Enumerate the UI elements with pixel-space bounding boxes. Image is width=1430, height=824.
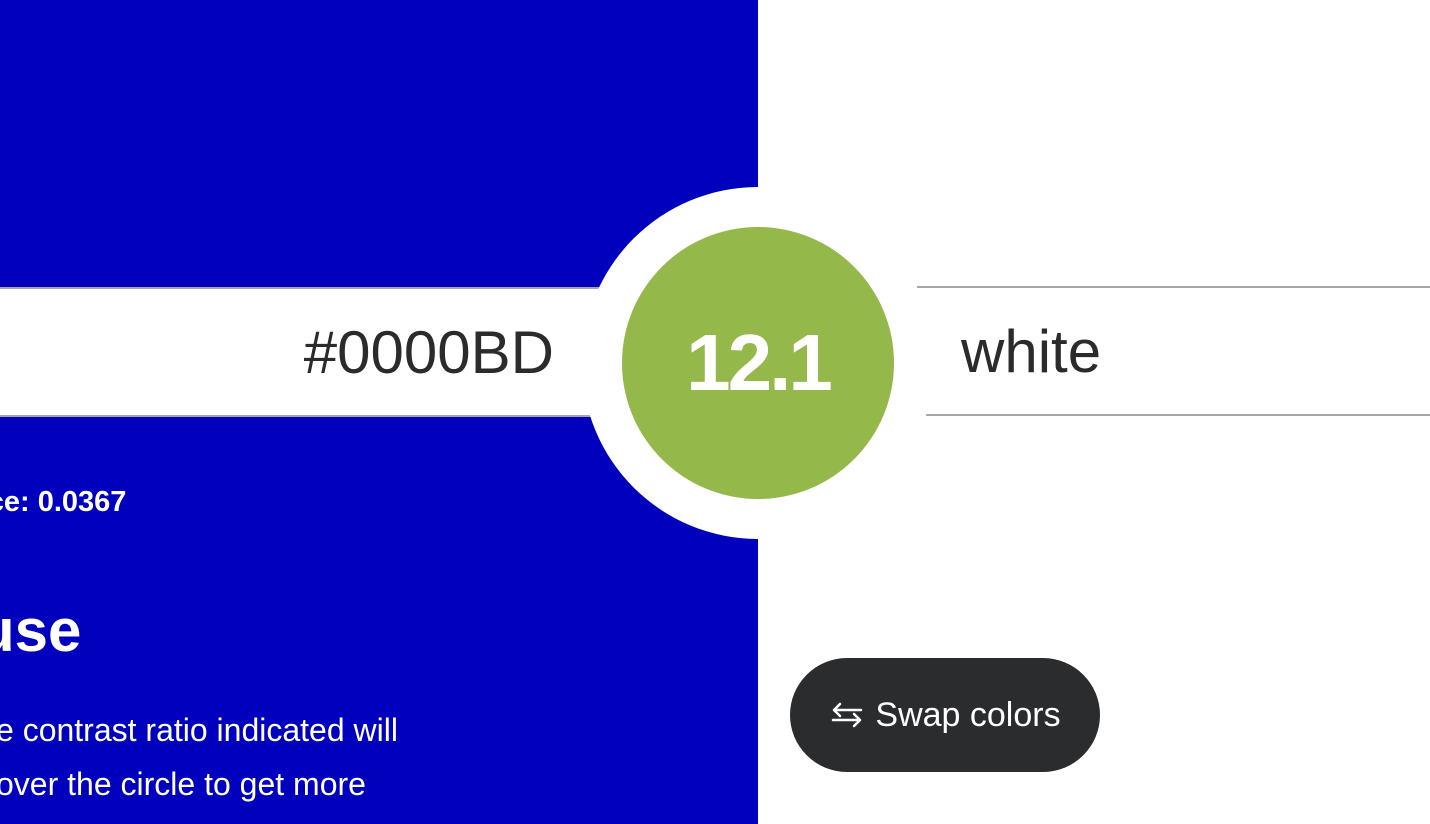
usage-description: e contrast ratio indicated will over the… [0, 703, 496, 824]
usage-line: e contrast ratio indicated will [0, 712, 398, 748]
swap-arrows-icon [829, 700, 865, 730]
usage-line: over the circle to get more [0, 766, 366, 802]
usage-line: ation. Wh [0, 811, 496, 824]
luminance-label: nce: [0, 486, 30, 518]
usage-heading: use [0, 597, 82, 664]
contrast-checker: nce: 0.0367 use e contrast ratio indicat… [0, 0, 1430, 824]
contrast-ratio-value: 12.1 [686, 318, 833, 407]
swap-colors-label: Swap colors [875, 695, 1061, 734]
luminance-value: 0.0367 [37, 486, 127, 518]
swap-colors-button[interactable]: Swap colors [790, 658, 1100, 772]
background-color-input[interactable] [917, 286, 1430, 416]
contrast-score-circle[interactable]: 12.1 [622, 227, 894, 499]
luminance-readout: nce: 0.0367 [0, 486, 126, 519]
foreground-color-input[interactable] [0, 287, 610, 417]
